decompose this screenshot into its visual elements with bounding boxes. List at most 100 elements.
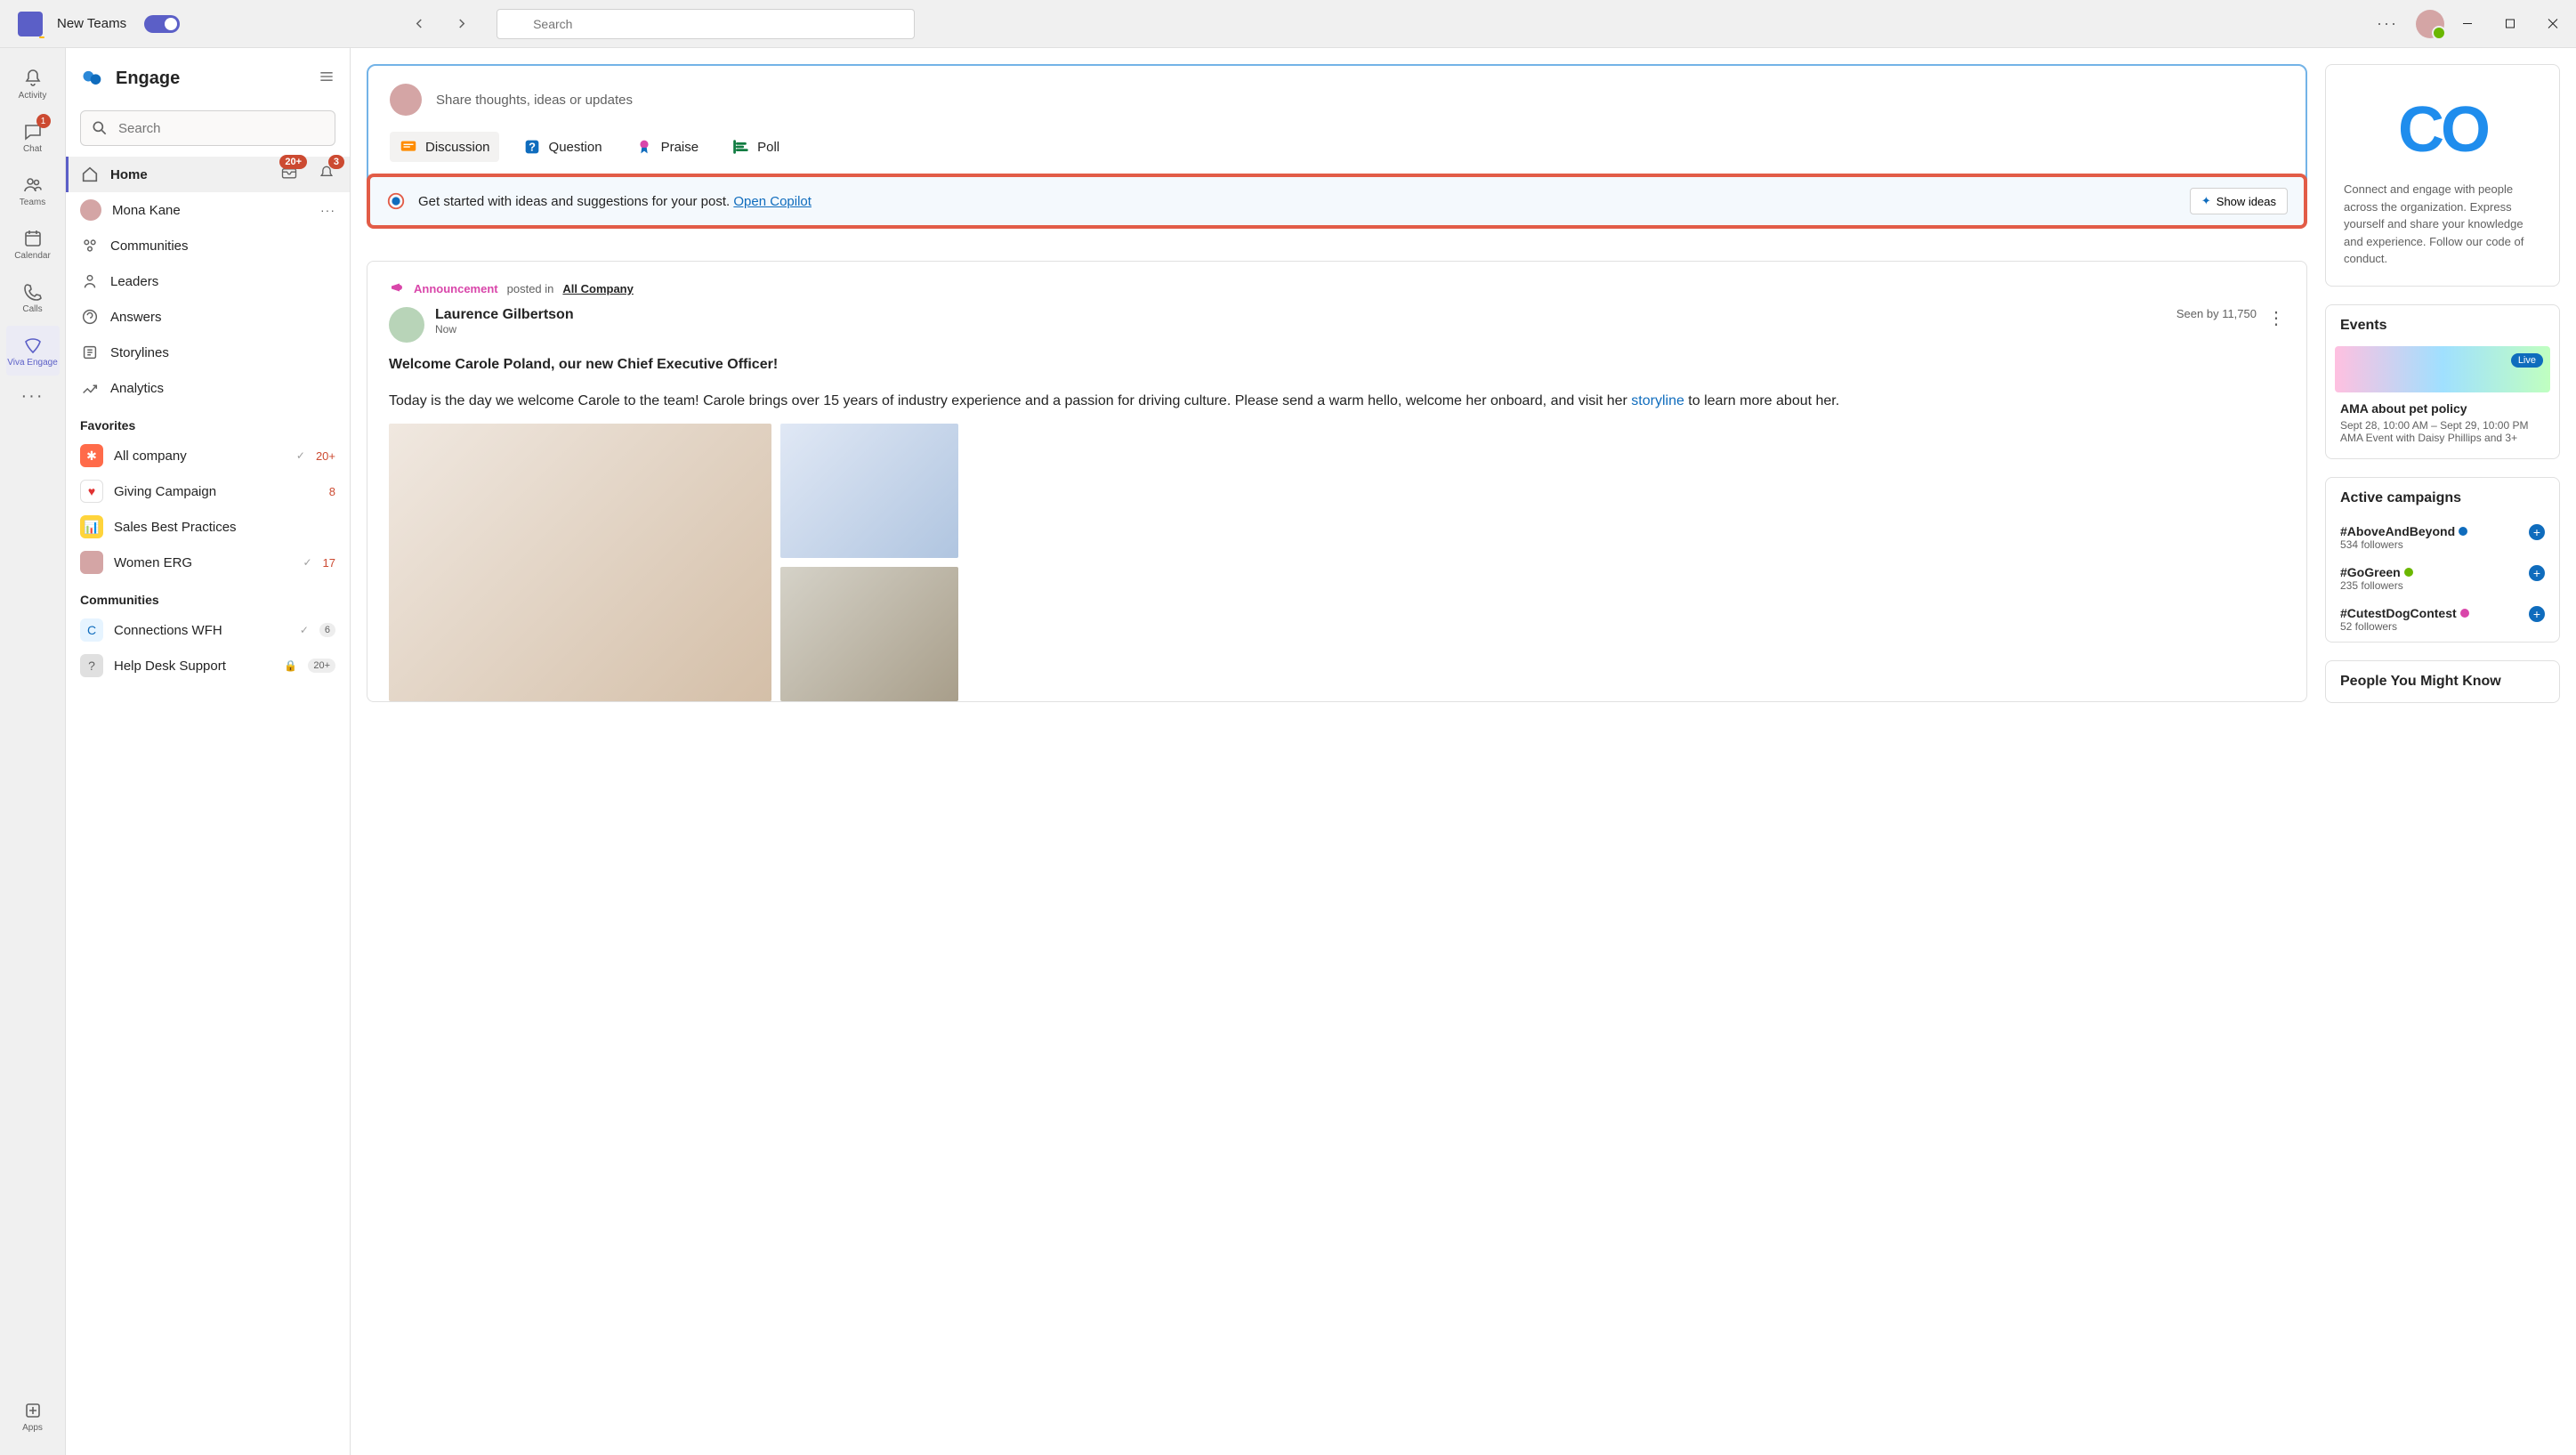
favorite-all-company[interactable]: ✱ All company ✓ 20+ [66, 438, 350, 473]
sparkle-icon: ✦ [2201, 194, 2211, 208]
company-card: CO Connect and engage with people across… [2325, 64, 2560, 287]
community-icon: ✱ [80, 444, 103, 467]
post-image[interactable] [780, 424, 958, 558]
community-connections-wfh[interactable]: C Connections WFH ✓ 6 [66, 612, 350, 648]
close-button[interactable] [2548, 17, 2558, 30]
composer-tab-praise[interactable]: Praise [626, 132, 708, 162]
post-title: Welcome Carole Poland, our new Chief Exe… [367, 352, 2306, 378]
post-image[interactable] [780, 567, 958, 701]
hamburger-icon[interactable] [318, 68, 335, 90]
campaign-item[interactable]: #GoGreen 235 followers + [2326, 560, 2559, 601]
phone-icon [22, 281, 44, 303]
profile-avatar[interactable] [2416, 10, 2444, 38]
favorite-women-erg[interactable]: Women ERG ✓ 17 [66, 545, 350, 580]
praise-icon [634, 137, 654, 157]
leaders-icon [80, 271, 100, 291]
nav-forward-button[interactable] [454, 14, 470, 33]
composer-input[interactable]: Share thoughts, ideas or updates [368, 75, 2305, 132]
discussion-icon [399, 137, 418, 157]
sidebar-analytics[interactable]: Analytics [66, 370, 350, 406]
rail-calls[interactable]: Calls [6, 272, 60, 322]
add-campaign-button[interactable]: + [2529, 524, 2545, 540]
engage-search-input[interactable] [80, 110, 335, 146]
composer-tab-question[interactable]: ? Question [513, 132, 611, 162]
copilot-suggestion-bar: Get started with ideas and suggestions f… [367, 174, 2307, 229]
composer-tab-poll[interactable]: Poll [722, 132, 788, 162]
campaign-item[interactable]: #AboveAndBeyond 534 followers + [2326, 519, 2559, 560]
community-icon: ♥ [80, 480, 103, 503]
author-avatar[interactable] [389, 307, 424, 343]
copilot-icon [386, 191, 406, 211]
post-body: Today is the day we welcome Carole to th… [367, 378, 2306, 424]
favorite-giving-campaign[interactable]: ♥ Giving Campaign 8 [66, 473, 350, 509]
company-logo-icon: CO [2340, 79, 2545, 181]
storyline-link[interactable]: storyline [1631, 393, 1684, 408]
rail-chat[interactable]: 1 Chat [6, 112, 60, 162]
analytics-icon [80, 378, 100, 398]
community-icon: C [80, 618, 103, 642]
app-rail: Activity 1 Chat Teams Calendar Calls Viv… [0, 48, 66, 1455]
community-icon: ? [80, 654, 103, 677]
main-content: Share thoughts, ideas or updates Discuss… [351, 48, 2576, 1455]
open-copilot-link[interactable]: Open Copilot [733, 194, 812, 209]
post-more-button[interactable]: ⋮ [2267, 307, 2285, 329]
favorite-sales-best-practices[interactable]: 📊 Sales Best Practices [66, 509, 350, 545]
sidebar-user[interactable]: Mona Kane ··· [66, 192, 350, 228]
rail-more-button[interactable]: ··· [21, 386, 44, 407]
people-card: People You Might Know [2325, 660, 2560, 703]
rail-calendar[interactable]: Calendar [6, 219, 60, 269]
show-ideas-button[interactable]: ✦ Show ideas [2190, 188, 2288, 214]
storylines-icon [80, 343, 100, 362]
sidebar-answers[interactable]: Answers [66, 299, 350, 335]
nav-back-button[interactable] [411, 14, 427, 33]
post-community-link[interactable]: All Company [562, 282, 633, 295]
rail-teams[interactable]: Teams [6, 166, 60, 215]
rail-apps[interactable]: Apps [6, 1391, 60, 1441]
inbox-icon[interactable]: 20+ [280, 164, 298, 185]
bell-icon [22, 68, 44, 89]
titlebar: New Teams ··· [0, 0, 2576, 48]
verified-icon: ✓ [303, 556, 311, 569]
verified-icon [2460, 609, 2469, 618]
community-icon: 📊 [80, 515, 103, 538]
maximize-button[interactable] [2505, 17, 2515, 30]
rail-viva-engage[interactable]: Viva Engage [6, 326, 60, 376]
search-icon [91, 119, 109, 141]
event-title[interactable]: AMA about pet policy [2340, 401, 2545, 416]
user-more-icon[interactable]: ··· [320, 203, 335, 217]
campaigns-card: Active campaigns #AboveAndBeyond 534 fol… [2325, 477, 2560, 643]
rail-activity[interactable]: Activity [6, 59, 60, 109]
campaign-item[interactable]: #CutestDogContest 52 followers + [2326, 601, 2559, 642]
add-campaign-button[interactable]: + [2529, 565, 2545, 581]
sidebar-storylines[interactable]: Storylines [66, 335, 350, 370]
add-campaign-button[interactable]: + [2529, 606, 2545, 622]
engage-logo-icon [80, 66, 105, 91]
communities-header: Communities [66, 580, 350, 612]
sidebar-home[interactable]: Home 20+ 3 [66, 157, 350, 192]
user-avatar-icon [80, 199, 101, 221]
question-icon: ? [522, 137, 542, 157]
verified-icon: ✓ [300, 624, 309, 636]
notifications-icon[interactable]: 3 [318, 164, 335, 185]
post-card: Announcement posted in All Company Laure… [367, 261, 2307, 702]
engage-title: Engage [116, 69, 307, 89]
answers-icon [80, 307, 100, 327]
verified-icon: ✓ [296, 449, 305, 462]
poll-icon [731, 137, 750, 157]
event-banner[interactable]: Live [2335, 346, 2550, 392]
announcement-icon [389, 279, 405, 298]
new-teams-toggle[interactable] [144, 15, 180, 33]
sidebar-communities[interactable]: Communities [66, 228, 350, 263]
apps-icon [22, 1400, 44, 1421]
composer-tab-discussion[interactable]: Discussion [390, 132, 499, 162]
sidebar-leaders[interactable]: Leaders [66, 263, 350, 299]
community-icon [80, 551, 103, 574]
minimize-button[interactable] [2462, 17, 2473, 30]
people-icon [22, 174, 44, 196]
post-image[interactable] [389, 424, 771, 701]
more-button[interactable]: ··· [2377, 14, 2398, 33]
community-help-desk[interactable]: ? Help Desk Support 🔒 20+ [66, 648, 350, 683]
home-icon [80, 165, 100, 184]
global-search-input[interactable] [497, 9, 915, 39]
author-name[interactable]: Laurence Gilbertson [435, 307, 2166, 323]
